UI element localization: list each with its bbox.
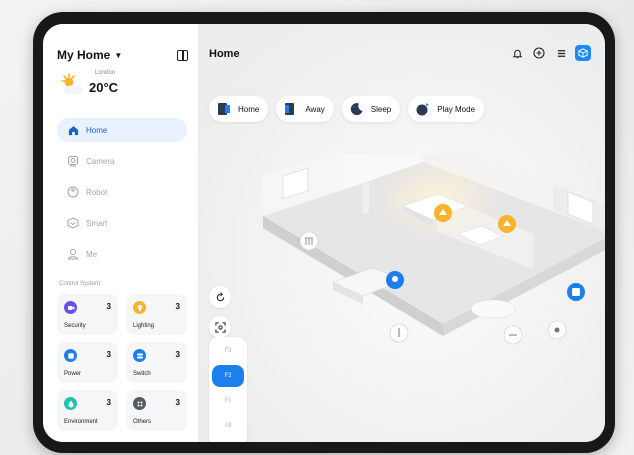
app-screen: My Home ▼ London 20°C Home Camera Robot … (43, 24, 605, 442)
control-card-name: Power (64, 371, 82, 377)
top-toolbar (503, 45, 591, 61)
nav-item-label: Home (86, 125, 108, 135)
floor-f3-button[interactable]: F3 (212, 340, 244, 362)
recenter-view-button[interactable] (209, 316, 231, 338)
control-card-count: 3 (106, 398, 111, 407)
control-system-grid: 3 Security 3 Lighting 3 Power 3 Switch 3… (57, 294, 187, 431)
nav-item-label: Me (86, 249, 98, 259)
nav-item-robot[interactable]: Robot (57, 180, 187, 204)
scene-label: Home (238, 104, 260, 114)
scene-label: Play Mode (437, 104, 476, 114)
scene-home-button[interactable]: Home (209, 96, 269, 122)
security-icon (64, 301, 77, 314)
scene-bar: Home Away z Sleep Play Mode (209, 96, 492, 122)
control-card-name: Security (64, 323, 86, 329)
drop-icon (64, 397, 77, 410)
rotate-icon (216, 291, 224, 301)
bell-icon[interactable] (509, 45, 525, 61)
door-out-icon (284, 102, 298, 116)
nav-item-camera[interactable]: Camera (57, 149, 187, 173)
scene-sleep-button[interactable]: z Sleep (341, 96, 401, 122)
door-in-icon (217, 102, 231, 116)
control-card-security[interactable]: 3 Security (57, 294, 118, 335)
control-card-count: 3 (175, 302, 180, 311)
floor-plan-3d[interactable] (253, 154, 605, 384)
switch-marker[interactable] (567, 283, 585, 301)
sensor-marker[interactable] (389, 323, 409, 343)
menu-icon[interactable] (553, 45, 569, 61)
floor-all-button[interactable]: All (212, 415, 244, 437)
home-icon (67, 124, 79, 136)
svg-text:z: z (353, 104, 355, 109)
user-icon (67, 248, 79, 260)
page-title: Home (209, 48, 240, 60)
sun-cloud-icon (61, 73, 83, 95)
smart-icon (67, 217, 79, 229)
nav-item-home[interactable]: Home (57, 118, 187, 142)
nav-item-me[interactable]: Me (57, 242, 187, 266)
control-card-environment[interactable]: 3 Environment (57, 390, 118, 431)
floor-f1-button[interactable]: F1 (212, 390, 244, 412)
play-icon (416, 102, 430, 116)
light-marker[interactable] (498, 215, 516, 233)
nav-item-label: Smart (86, 218, 108, 228)
scene-label: Away (305, 104, 325, 114)
weather-temperature: 20°C (89, 80, 119, 95)
rotate-view-button[interactable] (209, 286, 231, 308)
curtain-marker[interactable] (299, 231, 319, 251)
interior-wall (363, 182, 369, 214)
scene-away-button[interactable]: Away (276, 96, 334, 122)
bulb-icon (133, 301, 146, 314)
home-selector[interactable]: My Home (57, 48, 110, 62)
scene-label: Sleep (370, 104, 392, 114)
sidebar: My Home ▼ London 20°C Home Camera Robot … (43, 24, 199, 442)
control-card-name: Environment (64, 419, 98, 425)
add-icon[interactable] (531, 45, 547, 61)
control-card-name: Others (133, 419, 152, 425)
scene-play-mode-button[interactable]: Play Mode (408, 96, 485, 122)
control-card-count: 3 (106, 350, 111, 359)
robot-icon (67, 186, 79, 198)
control-card-count: 3 (106, 302, 111, 311)
nav-item-label: Camera (86, 156, 115, 166)
bathtub (470, 299, 516, 319)
ac-marker[interactable] (503, 325, 523, 345)
sidebar-nav: Home Camera Robot Smart Me (57, 118, 187, 273)
nav-item-smart[interactable]: Smart (57, 211, 187, 235)
nav-item-label: Robot (86, 187, 108, 197)
control-card-name: Switch (133, 371, 151, 377)
floor-f2-button[interactable]: F2 (212, 365, 244, 387)
control-card-count: 3 (175, 398, 180, 407)
control-card-switch[interactable]: 3 Switch (126, 342, 187, 383)
floor-selector: F3 F2 F1 All (209, 337, 247, 442)
camera-marker[interactable] (386, 271, 404, 289)
moon-icon: z (350, 102, 364, 116)
caret-down-icon[interactable]: ▼ (114, 51, 122, 60)
control-card-count: 3 (175, 350, 180, 359)
power-icon (64, 349, 77, 362)
control-system-label: Control System (59, 281, 101, 287)
control-card-name: Lighting (133, 323, 155, 329)
main-area: Home Home Away z Sleep Play Mode F3 F2 F… (199, 24, 605, 442)
sidebar-toggle-icon[interactable] (177, 49, 188, 61)
sidebar-header: My Home ▼ (57, 46, 188, 64)
weather-widget: London 20°C (59, 70, 179, 100)
control-card-power[interactable]: 3 Power (57, 342, 118, 383)
light-marker[interactable] (434, 204, 452, 222)
control-card-lighting[interactable]: 3 Lighting (126, 294, 187, 335)
control-card-others[interactable]: 3 Others (126, 390, 187, 431)
3d-view-icon[interactable] (575, 45, 591, 61)
tablet-frame: My Home ▼ London 20°C Home Camera Robot … (33, 12, 615, 453)
vacuum-marker[interactable] (547, 320, 567, 340)
weather-city: London (95, 70, 116, 76)
grid-icon (133, 397, 146, 410)
switch-icon (133, 349, 146, 362)
camera-icon (67, 155, 79, 167)
focus-icon (214, 321, 226, 333)
